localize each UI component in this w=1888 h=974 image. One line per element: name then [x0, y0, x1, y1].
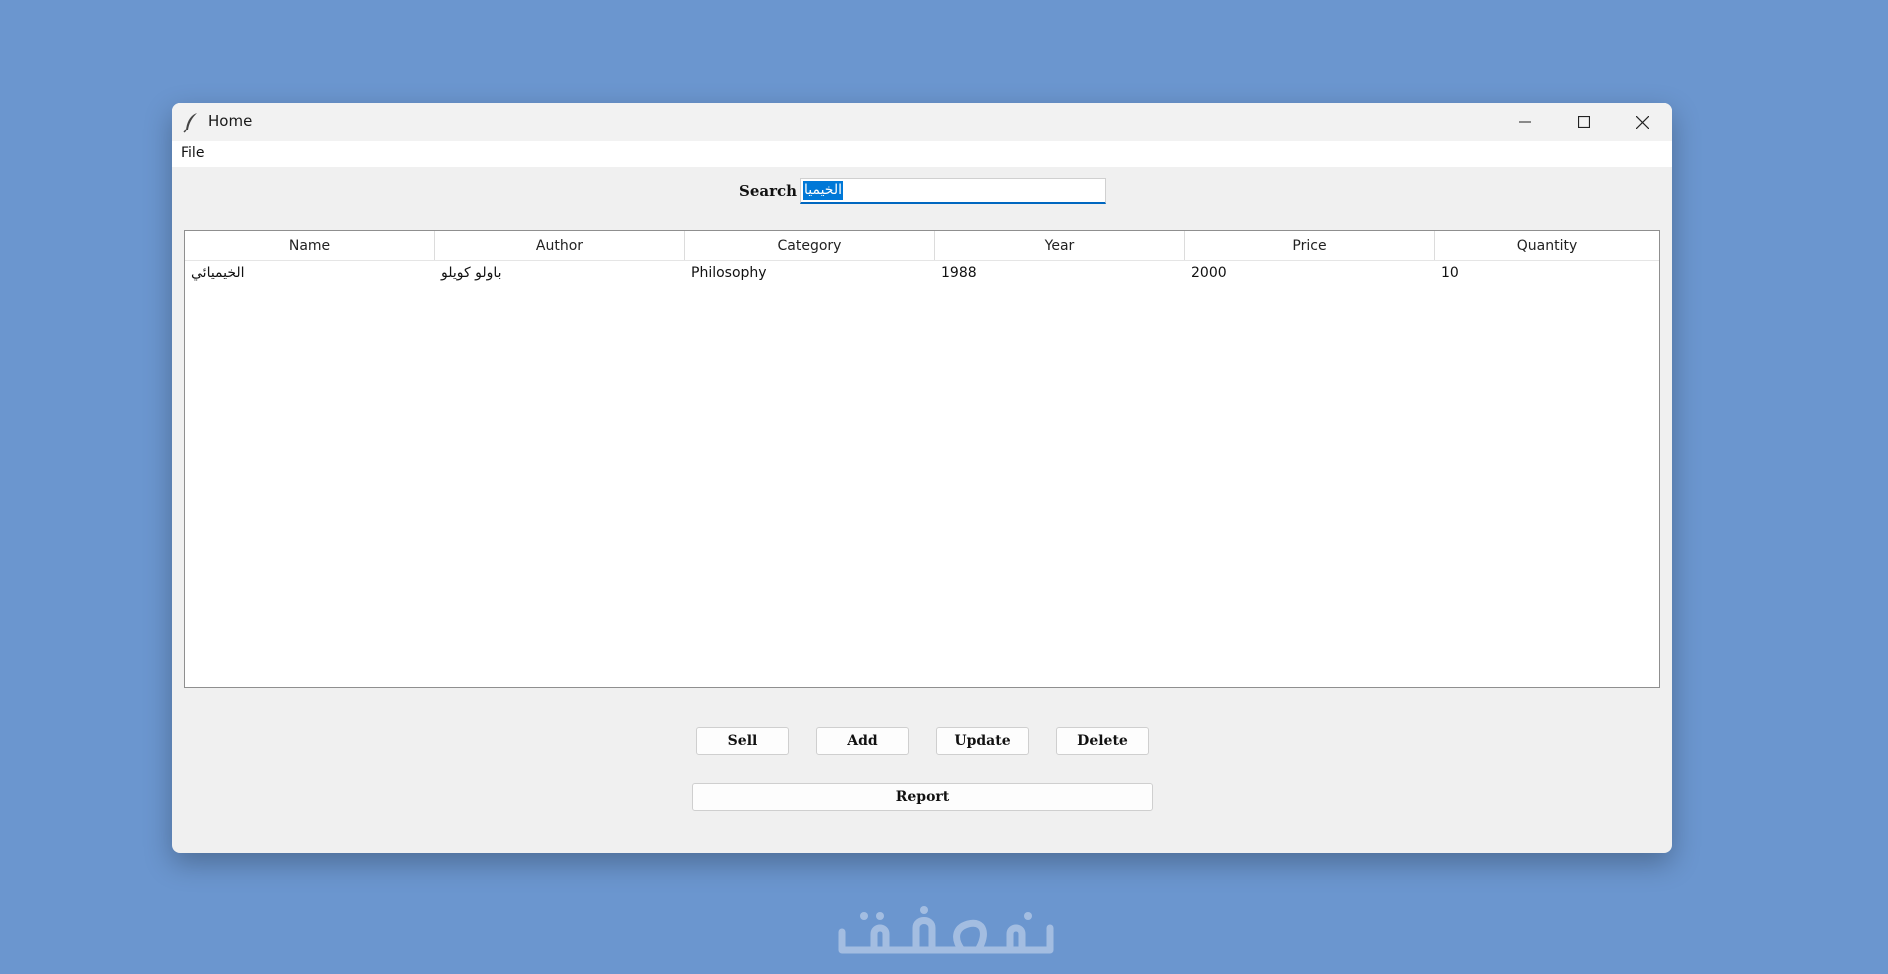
- maximize-button[interactable]: [1555, 103, 1613, 141]
- cell-year: 1988: [941, 265, 977, 281]
- cell-author: باولو كويلو: [441, 265, 502, 281]
- search-label: Search: [739, 182, 798, 200]
- search-input-value: الخيميا: [803, 181, 844, 200]
- delete-button[interactable]: Delete: [1056, 727, 1149, 755]
- minimize-button[interactable]: [1496, 103, 1554, 141]
- window-title: Home: [208, 112, 253, 130]
- report-button[interactable]: Report: [692, 783, 1153, 811]
- column-header-quantity[interactable]: Quantity: [1435, 231, 1659, 260]
- table-row[interactable]: الخيميائي باولو كويلو Philosophy 1988 20…: [185, 261, 1659, 285]
- cell-category: Philosophy: [691, 265, 767, 281]
- column-header-author[interactable]: Author: [435, 231, 685, 260]
- update-button[interactable]: Update: [936, 727, 1029, 755]
- sell-button[interactable]: Sell: [696, 727, 789, 755]
- table-body: الخيميائي باولو كويلو Philosophy 1988 20…: [185, 261, 1659, 285]
- column-header-name[interactable]: Name: [185, 231, 435, 260]
- cell-price: 2000: [1191, 265, 1227, 281]
- column-header-category[interactable]: Category: [685, 231, 935, 260]
- cell-quantity: 10: [1441, 265, 1459, 281]
- maximize-icon: [1578, 116, 1590, 128]
- title-bar[interactable]: Home: [172, 103, 1672, 141]
- close-icon: [1635, 115, 1649, 129]
- menu-bar: File: [172, 141, 1672, 167]
- cell-name: الخيميائي: [191, 265, 245, 281]
- home-window: Home File Search الخيميا Name Author Cat…: [172, 103, 1672, 853]
- column-header-year[interactable]: Year: [935, 231, 1185, 260]
- minimize-icon: [1519, 121, 1531, 123]
- menu-file[interactable]: File: [180, 145, 205, 161]
- table-header: Name Author Category Year Price Quantity: [185, 231, 1659, 261]
- search-input[interactable]: الخيميا: [800, 178, 1106, 204]
- add-button[interactable]: Add: [816, 727, 909, 755]
- books-table[interactable]: Name Author Category Year Price Quantity…: [184, 230, 1660, 688]
- brand-logo-watermark: [838, 906, 1054, 954]
- close-button[interactable]: [1613, 103, 1671, 141]
- feather-icon: [182, 111, 202, 133]
- column-header-price[interactable]: Price: [1185, 231, 1435, 260]
